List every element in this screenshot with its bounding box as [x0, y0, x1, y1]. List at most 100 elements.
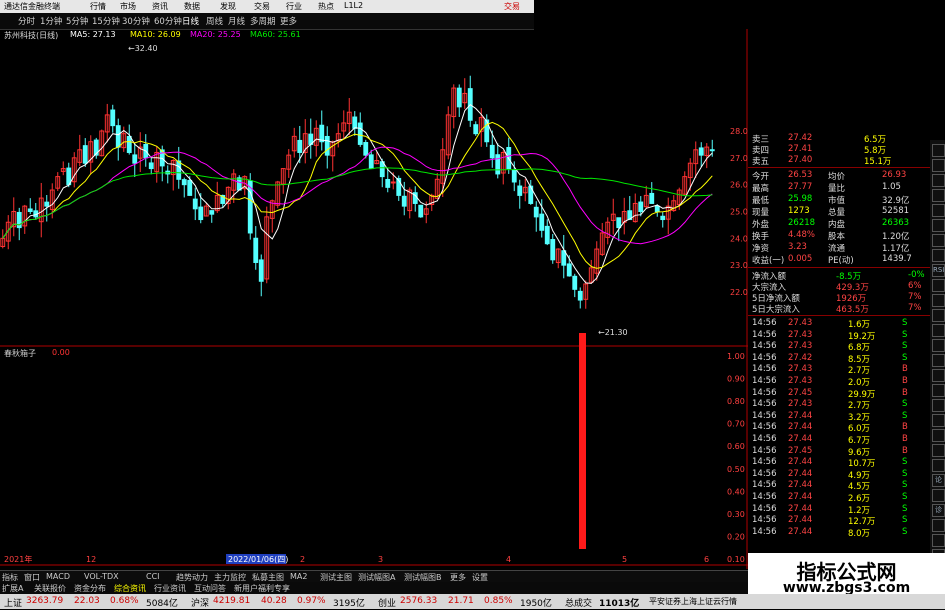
period-10[interactable]: 更多 — [280, 15, 297, 27]
index-name[interactable]: 上证 — [4, 596, 22, 609]
period-5[interactable]: 60分钟 — [154, 15, 182, 27]
stat-label: 收益(一) — [752, 256, 785, 266]
menu-7[interactable]: 热点 — [318, 1, 334, 12]
tick-time: 14:56 — [752, 399, 777, 410]
tick-price: 27.43 — [788, 376, 813, 386]
signal-bar — [579, 333, 586, 549]
side-toolbar: RSI 论诊 — [930, 140, 945, 610]
side-icon-14[interactable] — [932, 354, 945, 367]
index-change: 21.71 — [448, 596, 474, 606]
stat-label: 换手 — [752, 232, 770, 242]
stat-label: 净资 — [752, 244, 770, 254]
bottom-tab[interactable]: 综合资讯 — [114, 583, 146, 594]
tick-time: 14:56 — [752, 318, 777, 328]
quote-separator — [748, 267, 930, 268]
bottom-tab[interactable]: 新用户福利专享 — [234, 583, 290, 594]
title-bar: 通达信金融终端 交易 行情 市场 资讯 数据 发现 交易 行业 热点 L1L2 — [0, 0, 534, 13]
tick-time: 14:56 — [752, 480, 777, 491]
side-icon-16[interactable] — [932, 384, 945, 397]
side-icon-2[interactable] — [932, 174, 945, 187]
index-name[interactable]: 创业 — [378, 596, 396, 609]
tick-direction: B — [902, 376, 908, 386]
side-icon-4[interactable] — [932, 204, 945, 217]
stat-value: 0.005 — [788, 254, 813, 264]
period-9[interactable]: 多周期 — [250, 15, 276, 27]
menu-3[interactable]: 数据 — [184, 1, 200, 12]
side-icon-0[interactable] — [932, 144, 945, 157]
status-note: 平安证券上海上证云行情 — [649, 597, 737, 606]
tick-row: 14:56 27.44 10.7万 S — [752, 457, 930, 469]
indicator-tab[interactable]: MA2 — [290, 572, 307, 581]
side-icon-24[interactable]: 诊 — [932, 504, 945, 517]
side-icon-13[interactable] — [932, 339, 945, 352]
indicator-tick: 0.90 — [727, 375, 745, 384]
menu-8[interactable]: L1L2 — [344, 1, 363, 10]
menu-0[interactable]: 行情 — [90, 1, 106, 12]
menu-5[interactable]: 交易 — [254, 1, 270, 12]
bottom-tab[interactable]: 互动问答 — [194, 583, 226, 594]
side-icon-11[interactable] — [932, 309, 945, 322]
side-icon-5[interactable] — [932, 219, 945, 232]
stat-label: 最低 — [752, 196, 770, 206]
candle-body — [324, 135, 330, 156]
side-icon-1[interactable] — [932, 159, 945, 172]
side-icon-7[interactable] — [932, 249, 945, 262]
side-icon-6[interactable] — [932, 234, 945, 247]
stat-value: 1.20亿 — [882, 232, 910, 242]
kline-chart[interactable]: 28.00 27.00 26.00 25.00 24.00 23.00 22.00 ←32.4… — [0, 29, 748, 569]
side-icon-17[interactable] — [932, 399, 945, 412]
stock-name: 苏州科技(日线) — [4, 31, 59, 40]
index-change: 22.03 — [74, 596, 100, 606]
indicator-tab[interactable]: VOL-TDX — [84, 572, 119, 581]
side-icon-20[interactable] — [932, 444, 945, 457]
side-icon-26[interactable] — [932, 534, 945, 547]
period-3[interactable]: 15分钟 — [92, 15, 120, 27]
tick-direction: S — [902, 468, 908, 479]
candle-body — [495, 154, 501, 175]
period-4[interactable]: 30分钟 — [122, 15, 150, 27]
indicator-tab[interactable]: MACD — [46, 572, 70, 581]
period-6[interactable]: 日线 — [182, 15, 199, 27]
side-icon-21[interactable] — [932, 459, 945, 472]
tick-time: 14:56 — [752, 492, 777, 502]
stat-label: 流通 — [828, 244, 846, 254]
flow-row: 5日大宗流入 463.5万 7% — [752, 303, 930, 315]
period-0[interactable]: 分时 — [18, 15, 35, 27]
candle-body — [456, 87, 462, 108]
menu-6[interactable]: 行业 — [286, 1, 302, 12]
period-8[interactable]: 月线 — [228, 15, 245, 27]
stat-row: 最低 25.98 市值 32.9亿 — [752, 194, 930, 206]
side-icon-9[interactable] — [932, 279, 945, 292]
watermark: 指标公式网 www.zbgs3.com — [748, 553, 945, 600]
candle-body — [253, 237, 259, 263]
tick-price: 27.45 — [788, 445, 813, 456]
tick-direction: S — [902, 341, 908, 352]
side-icon-18[interactable] — [932, 414, 945, 427]
menu-4[interactable]: 发现 — [220, 1, 236, 12]
indicator-tick: 0.50 — [727, 465, 745, 474]
side-icon-15[interactable] — [932, 369, 945, 382]
side-icon-12[interactable] — [932, 324, 945, 337]
menu-2[interactable]: 资讯 — [152, 1, 168, 12]
side-icon-19[interactable] — [932, 429, 945, 442]
menu-1[interactable]: 市场 — [120, 1, 136, 12]
period-2[interactable]: 5分钟 — [66, 15, 88, 27]
bottom-tab[interactable]: 扩展A — [2, 583, 23, 594]
side-icon-10[interactable] — [932, 294, 945, 307]
side-icon-8[interactable]: RSI — [932, 264, 945, 277]
bottom-tab[interactable]: 关联报价 — [34, 583, 66, 594]
index-name[interactable]: 沪深 — [191, 596, 209, 609]
tick-time: 14:56 — [752, 422, 777, 433]
side-icon-22[interactable]: 论 — [932, 474, 945, 487]
date-mark: 3 — [378, 555, 383, 564]
trade-button[interactable]: 交易 — [504, 1, 520, 12]
bottom-tab[interactable]: 行业资讯 — [154, 583, 186, 594]
period-1[interactable]: 1分钟 — [40, 15, 62, 27]
side-icon-25[interactable] — [932, 519, 945, 532]
stat-value: 26.93 — [882, 170, 907, 180]
period-7[interactable]: 周线 — [206, 15, 223, 27]
bottom-tab[interactable]: 资金分布 — [74, 583, 106, 594]
side-icon-3[interactable] — [932, 189, 945, 202]
indicator-tab[interactable]: CCI — [146, 572, 160, 581]
side-icon-23[interactable] — [932, 489, 945, 502]
